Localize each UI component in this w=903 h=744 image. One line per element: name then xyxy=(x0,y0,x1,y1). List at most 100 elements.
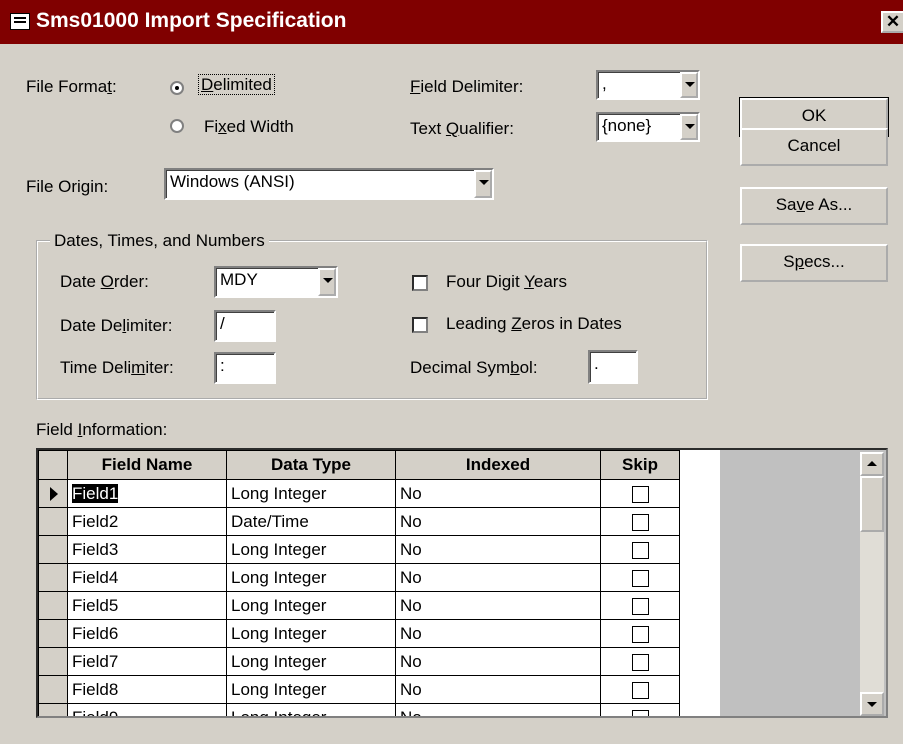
data-type-cell-text: Long Integer xyxy=(231,539,327,559)
field-name-cell[interactable]: Field8 xyxy=(67,675,227,704)
field-name-cell[interactable]: Field3 xyxy=(67,535,227,564)
field-name-cell[interactable]: Field9 xyxy=(67,703,227,716)
indexed-cell[interactable]: No xyxy=(395,703,601,716)
four-digit-years-label[interactable]: Four Digit Years xyxy=(446,272,567,292)
skip-checkbox[interactable] xyxy=(631,513,649,531)
chevron-down-icon[interactable] xyxy=(680,114,698,140)
scroll-thumb[interactable] xyxy=(860,476,884,532)
indexed-cell[interactable]: No xyxy=(395,479,601,508)
row-selector[interactable] xyxy=(38,507,68,536)
skip-checkbox[interactable] xyxy=(631,597,649,615)
row-selector[interactable] xyxy=(38,619,68,648)
data-type-cell[interactable]: Long Integer xyxy=(226,647,396,676)
indexed-cell[interactable]: No xyxy=(395,619,601,648)
field-delimiter-select[interactable]: , xyxy=(596,70,700,100)
table-row[interactable]: Field3 Long Integer No xyxy=(38,535,680,564)
indexed-cell-text: No xyxy=(400,567,422,587)
field-name-cell[interactable]: Field5 xyxy=(67,591,227,620)
file-origin-value: Windows (ANSI) xyxy=(170,172,295,191)
data-type-cell[interactable]: Long Integer xyxy=(226,563,396,592)
indexed-cell-text: No xyxy=(400,651,422,671)
scroll-up-arrow-icon[interactable] xyxy=(860,452,884,476)
column-header-indexed[interactable]: Indexed xyxy=(395,450,601,480)
header-row: Field Name Data Type Indexed Skip xyxy=(38,450,680,480)
table-row[interactable]: Field5 Long Integer No xyxy=(38,591,680,620)
indexed-cell[interactable]: No xyxy=(395,535,601,564)
column-header-data-type[interactable]: Data Type xyxy=(226,450,396,480)
column-header-field-name[interactable]: Field Name xyxy=(67,450,227,480)
file-origin-select[interactable]: Windows (ANSI) xyxy=(164,168,494,200)
field-name-cell[interactable]: Field6 xyxy=(67,619,227,648)
leading-zeros-checkbox[interactable] xyxy=(412,317,428,333)
scroll-down-arrow-icon[interactable] xyxy=(860,692,884,716)
delimited-label[interactable]: Delimited xyxy=(198,74,275,95)
indexed-cell[interactable]: No xyxy=(395,647,601,676)
data-type-cell[interactable]: Long Integer xyxy=(226,703,396,716)
column-header-skip[interactable]: Skip xyxy=(600,450,680,480)
skip-cell xyxy=(600,563,680,592)
field-name-cell[interactable]: Field2 xyxy=(67,507,227,536)
close-button[interactable]: ✕ xyxy=(881,11,903,33)
table-row[interactable]: Field9 Long Integer No xyxy=(38,703,680,716)
row-selector[interactable] xyxy=(38,535,68,564)
fixed-width-radio[interactable] xyxy=(170,119,184,133)
save-as-button[interactable]: Save As... xyxy=(740,187,888,225)
data-type-cell-text: Long Integer xyxy=(231,567,327,587)
table-row[interactable]: Field7 Long Integer No xyxy=(38,647,680,676)
text-qualifier-select[interactable]: {none} xyxy=(596,112,700,142)
fixed-width-label[interactable]: Fixed Width xyxy=(204,117,294,137)
chevron-down-icon[interactable] xyxy=(680,72,698,98)
vertical-scrollbar[interactable] xyxy=(860,452,884,716)
table-row[interactable]: Field2 Date/Time No xyxy=(38,507,680,536)
data-type-cell[interactable]: Long Integer xyxy=(226,675,396,704)
indexed-cell[interactable]: No xyxy=(395,591,601,620)
data-type-cell[interactable]: Date/Time xyxy=(226,507,396,536)
row-selector[interactable] xyxy=(38,591,68,620)
field-name-cell[interactable]: Field7 xyxy=(67,647,227,676)
indexed-cell-text: No xyxy=(400,623,422,643)
data-type-cell[interactable]: Long Integer xyxy=(226,479,396,508)
table-row[interactable]: Field6 Long Integer No xyxy=(38,619,680,648)
skip-checkbox[interactable] xyxy=(631,541,649,559)
date-order-select[interactable]: MDY xyxy=(214,266,338,298)
row-selector[interactable] xyxy=(38,647,68,676)
table-row[interactable]: Field4 Long Integer No xyxy=(38,563,680,592)
indexed-cell[interactable]: No xyxy=(395,507,601,536)
data-type-cell[interactable]: Long Integer xyxy=(226,619,396,648)
skip-checkbox[interactable] xyxy=(631,485,649,503)
cancel-button[interactable]: Cancel xyxy=(740,128,888,166)
date-delimiter-input[interactable]: / xyxy=(214,310,276,342)
time-delimiter-label: Time Delimiter: xyxy=(60,358,174,377)
skip-checkbox[interactable] xyxy=(631,625,649,643)
row-selector[interactable] xyxy=(38,703,68,716)
table-row[interactable]: Field8 Long Integer No xyxy=(38,675,680,704)
field-table: Field Name Data Type Indexed Skip Field1… xyxy=(38,450,680,716)
time-delimiter-input[interactable]: : xyxy=(214,352,276,384)
data-type-cell[interactable]: Long Integer xyxy=(226,535,396,564)
row-selector[interactable] xyxy=(38,675,68,704)
data-type-cell[interactable]: Long Integer xyxy=(226,591,396,620)
skip-checkbox[interactable] xyxy=(631,653,649,671)
field-name-cell[interactable]: Field1 xyxy=(67,479,227,508)
indexed-cell[interactable]: No xyxy=(395,563,601,592)
four-digit-years-checkbox[interactable] xyxy=(412,275,428,291)
table-row[interactable]: Field1 Long Integer No xyxy=(38,479,680,508)
specs-button[interactable]: Specs... xyxy=(740,244,888,282)
row-selector-header[interactable] xyxy=(38,450,68,480)
indexed-cell[interactable]: No xyxy=(395,675,601,704)
chevron-down-icon[interactable] xyxy=(474,170,492,198)
delimited-radio[interactable] xyxy=(170,81,184,95)
skip-checkbox[interactable] xyxy=(631,569,649,587)
field-name-cell[interactable]: Field4 xyxy=(67,563,227,592)
decimal-symbol-input[interactable]: . xyxy=(588,350,638,384)
leading-zeros-label[interactable]: Leading Zeros in Dates xyxy=(446,314,622,334)
date-order-value: MDY xyxy=(220,270,258,289)
row-selector[interactable] xyxy=(38,479,68,508)
row-selector[interactable] xyxy=(38,563,68,592)
field-information-grid[interactable]: Field Name Data Type Indexed Skip Field1… xyxy=(36,448,888,718)
skip-checkbox[interactable] xyxy=(631,709,649,716)
indexed-cell-text: No xyxy=(400,483,422,503)
group-label: Dates, Times, and Numbers xyxy=(50,231,269,251)
chevron-down-icon[interactable] xyxy=(318,268,336,296)
skip-checkbox[interactable] xyxy=(631,681,649,699)
